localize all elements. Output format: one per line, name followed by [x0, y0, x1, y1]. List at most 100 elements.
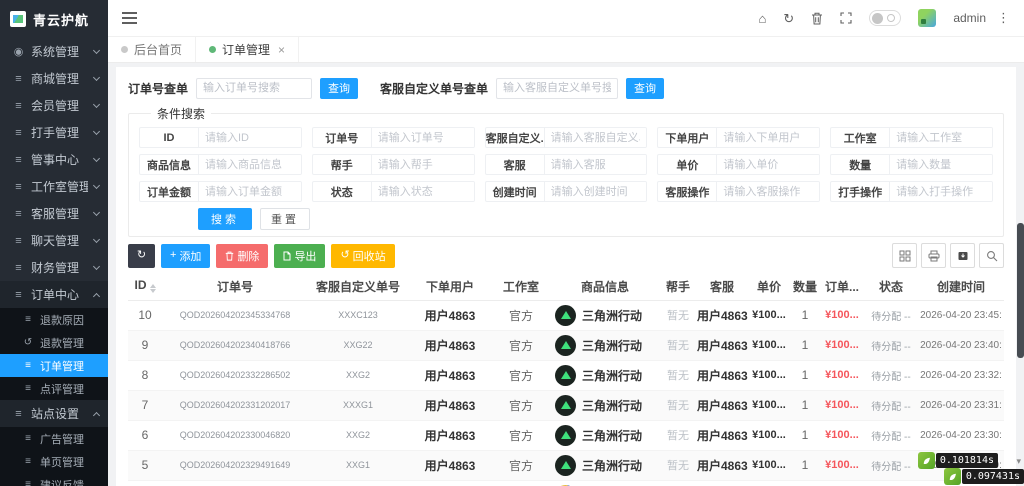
tab-dashboard[interactable]: 后台首页: [108, 37, 197, 62]
clear-cache-icon[interactable]: [811, 12, 823, 25]
cell-user: 用户4863: [408, 360, 492, 391]
sidebar-item-mall[interactable]: ≡ 商城管理: [0, 65, 108, 92]
refresh-table-button[interactable]: ↻: [128, 243, 155, 268]
sidebar-item-site-settings[interactable]: ≡ 站点设置: [0, 400, 108, 427]
quick-search-row: 订单号查单 查询 客服自定义单号查单 查询: [128, 75, 1004, 101]
custom-search-button[interactable]: 查询: [626, 77, 665, 99]
sidebar-item-fighter[interactable]: ≡ 打手管理: [0, 119, 108, 146]
filter-input-14[interactable]: [889, 182, 992, 201]
sidebar-item-review-manage[interactable]: ≡ 点评管理: [0, 377, 108, 400]
cell-amount: ¥100...: [820, 420, 864, 451]
table-row: 6 QOD202604202330046820 XXG2 用户4863 官方 三角洲行动暂…: [128, 420, 1004, 451]
cell-qty: 1: [790, 330, 820, 361]
sidebar-item-member[interactable]: ≡ 会员管理: [0, 92, 108, 119]
cell-product: 英雄联盟: [550, 480, 660, 486]
close-tab-icon[interactable]: ×: [278, 43, 285, 57]
sidebar-item-finance[interactable]: ≡ 财务管理: [0, 254, 108, 281]
order-search-button[interactable]: 查询: [320, 77, 359, 99]
filter-field-4: 工作室: [830, 127, 993, 148]
sidebar-item-order-manage[interactable]: ≡ 订单管理: [0, 354, 108, 377]
product-name: 三角洲行动: [582, 398, 643, 413]
sidebar-item-refund-manage[interactable]: ↺ 退款管理: [0, 331, 108, 354]
perf-badge[interactable]: 0.097431s: [943, 468, 1024, 485]
filter-input-6[interactable]: [370, 155, 474, 174]
avatar[interactable]: [918, 9, 937, 27]
export-table-icon[interactable]: [950, 243, 975, 268]
brand-logo-icon: [10, 11, 26, 27]
scroll-caret-icon[interactable]: ▾: [1016, 456, 1021, 467]
columns-filter-icon[interactable]: [892, 243, 917, 268]
print-icon[interactable]: [921, 243, 946, 268]
sidebar-item-steward[interactable]: ≡ 管事中心: [0, 146, 108, 173]
sidebar-item-page-manage[interactable]: ≡ 单页管理: [0, 450, 108, 473]
cell-order_no: QOD202604202331202017: [162, 390, 308, 421]
recycle-bin-button[interactable]: ↺ 回收站: [331, 243, 395, 268]
sidebar-item-ad-manage[interactable]: ≡ 广告管理: [0, 427, 108, 450]
filter-field-label: 数量: [849, 159, 872, 172]
cell-price: ¥100...: [748, 360, 790, 391]
tab-dot-icon: [121, 46, 128, 53]
collapse-sidebar-icon[interactable]: [122, 9, 137, 27]
sidebar-item-studio[interactable]: ≡ 工作室管理: [0, 173, 108, 200]
brand[interactable]: 青云护航: [0, 0, 108, 38]
add-button[interactable]: + 添加: [161, 243, 211, 268]
username[interactable]: admin: [953, 11, 986, 25]
chevron-down-icon: [92, 154, 101, 162]
column-header-0[interactable]: ID: [128, 274, 162, 301]
delete-button[interactable]: 删除: [216, 243, 269, 268]
theme-toggle[interactable]: [869, 10, 902, 26]
filter-input-7[interactable]: [543, 155, 647, 174]
cell-id: 10: [128, 300, 162, 331]
home-icon[interactable]: ⌂: [759, 12, 767, 25]
filter-input-1[interactable]: [370, 128, 474, 147]
custom-search-input[interactable]: [496, 77, 619, 99]
filter-input-12[interactable]: [543, 182, 647, 201]
sidebar-item-system[interactable]: ◉ 系统管理: [0, 38, 108, 65]
filter-input-5[interactable]: [198, 155, 301, 174]
order-search-input[interactable]: [196, 77, 313, 99]
filter-input-0[interactable]: [198, 128, 301, 147]
list-icon: ≡: [15, 180, 22, 193]
refresh-icon[interactable]: ↻: [783, 12, 794, 25]
filter-input-10[interactable]: [198, 182, 301, 201]
search-icon[interactable]: [979, 243, 1004, 268]
sidebar-item-label: 会员管理: [31, 99, 80, 113]
list-icon: ≡: [15, 72, 22, 85]
sidebar-item-customer-service[interactable]: ≡ 客服管理: [0, 200, 108, 227]
list-icon: ≡: [15, 407, 22, 420]
filter-input-2[interactable]: [543, 128, 647, 147]
sort-icon[interactable]: [149, 281, 156, 296]
sidebar-item-label: 聊天管理: [31, 234, 80, 248]
filter-search-button[interactable]: 搜索: [198, 208, 252, 230]
filter-input-11[interactable]: [370, 182, 474, 201]
perf-badge[interactable]: 0.101814s: [917, 452, 998, 469]
filter-field-5: 商品信息: [139, 154, 302, 175]
filter-input-3[interactable]: [716, 128, 820, 147]
fullscreen-icon[interactable]: [840, 12, 852, 24]
filter-field-label: 商品信息: [147, 159, 191, 172]
cell-helper: 暂无: [660, 480, 696, 486]
filter-input-9[interactable]: [889, 155, 992, 174]
more-menu-icon[interactable]: ⋮: [997, 10, 1010, 26]
filter-input-13[interactable]: [716, 182, 820, 201]
sidebar-item-label: 系统管理: [31, 45, 80, 59]
filter-input-4[interactable]: [889, 128, 992, 147]
filter-field-label: 创建时间: [492, 186, 537, 199]
table-toolbar: ↻ + 添加 删除 导出 ↺ 回收站: [128, 243, 1004, 268]
chevron-down-icon: [92, 235, 101, 243]
filter-reset-button[interactable]: 重置: [260, 208, 310, 230]
filter-field-label: 状态: [330, 186, 353, 199]
app-root: 青云护航 ◉ 系统管理 ≡ 商城管理 ≡ 会员管理 ≡ 打手管理 ≡ 管事中心 ≡ 工作室管理 ≡ 客服管…: [0, 0, 1024, 486]
sidebar-item-order-center[interactable]: ≡ 订单中心: [0, 281, 108, 308]
sidebar-item-refund-reason[interactable]: ≡ 退款原因: [0, 308, 108, 331]
condition-search-fieldset: 条件搜索 ID 订单号 客服自定义... 下单用户 工作室商品信息 帮手 客服 单价 数量订单金…: [128, 105, 1004, 237]
cell-created: 2026-04-20 23:30:: [918, 420, 1004, 451]
scrollbar-thumb[interactable]: [1017, 223, 1024, 358]
column-header-11: 状态: [864, 274, 918, 301]
export-button[interactable]: 导出: [274, 243, 326, 268]
tab-order-manage[interactable]: 订单管理 ×: [196, 37, 300, 62]
filter-input-8[interactable]: [716, 155, 820, 174]
sidebar-item-feedback[interactable]: ≡ 建议反馈: [0, 473, 108, 486]
sidebar-item-chat[interactable]: ≡ 聊天管理: [0, 227, 108, 254]
cell-service: 用户4863: [696, 330, 748, 361]
